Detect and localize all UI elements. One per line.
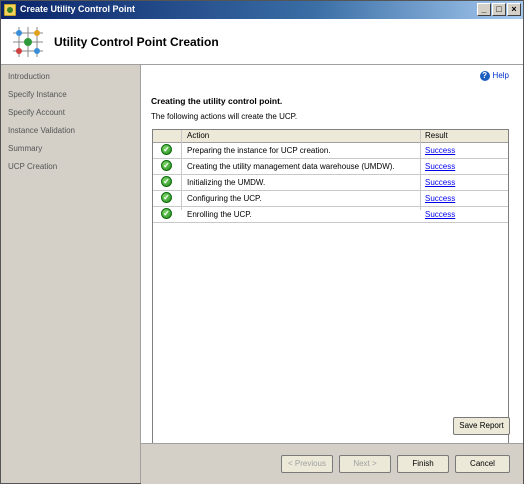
action-text: Creating the utility management data war…: [187, 162, 395, 171]
result-link[interactable]: Success: [425, 146, 455, 155]
success-check-icon: ✓: [161, 160, 172, 171]
result-link[interactable]: Success: [425, 178, 455, 187]
wizard-sidebar: Introduction Specify Instance Specify Ac…: [1, 65, 141, 483]
help-label: Help: [492, 71, 509, 81]
wizard-footer: < Previous Next > Finish Cancel: [141, 443, 523, 484]
next-button[interactable]: Next >: [339, 455, 391, 473]
result-link[interactable]: Success: [425, 194, 455, 203]
help-icon: ?: [479, 71, 490, 81]
sidebar-item-summary[interactable]: Summary: [8, 144, 42, 153]
section-description: The following actions will create the UC…: [151, 112, 298, 121]
table-row[interactable]: ✓ Enrolling the UCP. Success: [153, 206, 508, 223]
success-check-icon: ✓: [161, 192, 172, 203]
sidebar-item-ucp-creation[interactable]: UCP Creation: [8, 162, 57, 171]
sidebar-item-instance-validation[interactable]: Instance Validation: [8, 126, 75, 135]
success-check-icon: ✓: [161, 208, 172, 219]
result-link[interactable]: Success: [425, 162, 455, 171]
previous-button[interactable]: < Previous: [281, 455, 333, 473]
wizard-header: Utility Control Point Creation: [1, 19, 523, 65]
table-row[interactable]: ✓ Initializing the UMDW. Success: [153, 174, 508, 191]
sidebar-item-introduction[interactable]: Introduction: [8, 72, 50, 81]
page-title: Utility Control Point Creation: [54, 35, 219, 49]
success-check-icon: ✓: [161, 176, 172, 187]
success-check-icon: ✓: [161, 144, 172, 155]
sidebar-item-specify-instance[interactable]: Specify Instance: [8, 90, 67, 99]
wizard-content: ? Help Creating the utility control point…: [141, 65, 523, 471]
help-link[interactable]: ? Help: [479, 71, 509, 81]
window-title: Create Utility Control Point: [20, 4, 136, 14]
utility-grid-icon: [13, 27, 43, 57]
table-row[interactable]: ✓ Creating the utility management data w…: [153, 158, 508, 175]
maximize-button[interactable]: □: [492, 3, 506, 16]
table-row[interactable]: ✓ Configuring the UCP. Success: [153, 190, 508, 207]
finish-button[interactable]: Finish: [397, 455, 449, 473]
action-text: Enrolling the UCP.: [187, 210, 252, 219]
column-header-action[interactable]: Action: [187, 131, 209, 140]
table-row[interactable]: ✓ Preparing the instance for UCP creatio…: [153, 142, 508, 159]
action-text: Initializing the UMDW.: [187, 178, 266, 187]
sidebar-item-specify-account[interactable]: Specify Account: [8, 108, 65, 117]
result-link[interactable]: Success: [425, 210, 455, 219]
wizard-window: Create Utility Control Point _ □ × Utili…: [0, 0, 524, 484]
action-text: Preparing the instance for UCP creation.: [187, 146, 331, 155]
title-bar[interactable]: Create Utility Control Point _ □ ×: [1, 1, 523, 19]
section-title: Creating the utility control point.: [151, 96, 283, 106]
save-report-button[interactable]: Save Report: [453, 417, 510, 435]
app-icon: [4, 4, 16, 16]
minimize-button[interactable]: _: [477, 3, 491, 16]
column-header-result[interactable]: Result: [425, 131, 448, 140]
cancel-button[interactable]: Cancel: [455, 455, 510, 473]
close-button[interactable]: ×: [507, 3, 521, 16]
action-text: Configuring the UCP.: [187, 194, 262, 203]
